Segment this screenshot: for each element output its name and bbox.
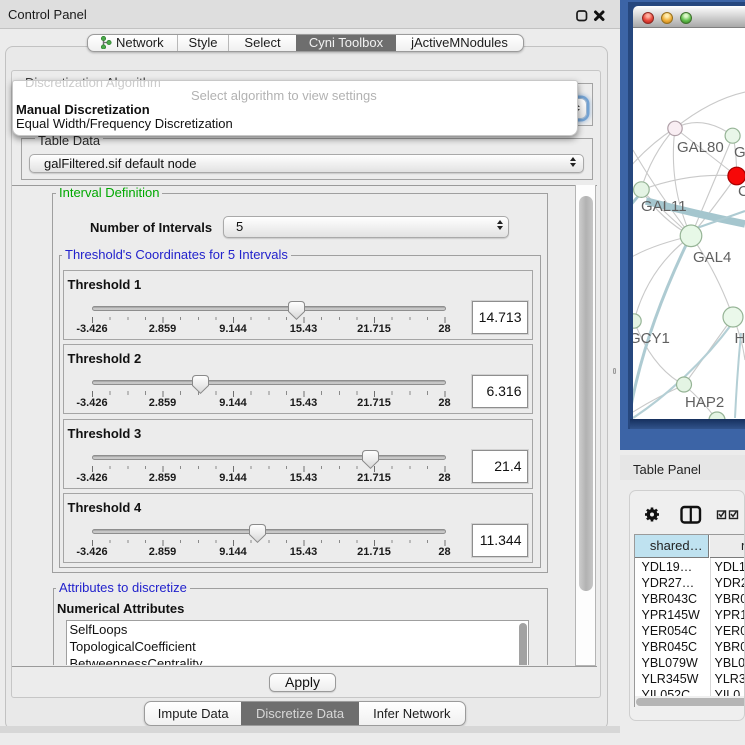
- svg-text:GAL80: GAL80: [677, 139, 724, 156]
- svg-text:GA: GA: [734, 144, 745, 161]
- svg-text:HAP2: HAP2: [685, 394, 724, 411]
- svg-text:GCY1: GCY1: [633, 330, 670, 347]
- svg-text:C: C: [738, 183, 745, 200]
- svg-text:GAL4: GAL4: [693, 249, 731, 266]
- svg-text:GAL11: GAL11: [641, 198, 687, 215]
- svg-text:H: H: [735, 330, 745, 347]
